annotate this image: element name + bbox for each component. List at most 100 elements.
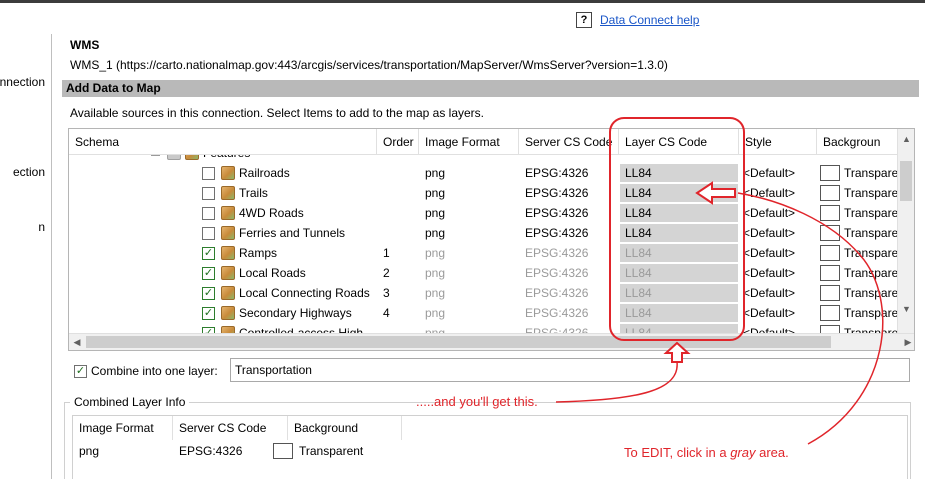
left-panel-item[interactable]: ection xyxy=(13,165,45,179)
group-row[interactable]: Features xyxy=(69,155,898,163)
column-header-background[interactable]: Backgroun xyxy=(817,129,898,155)
layer-background[interactable]: Transpare xyxy=(844,163,898,183)
layer-style[interactable]: <Default> xyxy=(743,263,813,283)
background-swatch[interactable] xyxy=(820,245,840,261)
scroll-right-icon[interactable]: ▶ xyxy=(900,334,914,350)
edit-hint-emphasis: gray xyxy=(730,445,756,460)
layer-order[interactable] xyxy=(383,223,413,243)
layer-cs-code-cell[interactable]: LL84 xyxy=(620,244,738,262)
vertical-scrollbar[interactable]: ▲ ▼ xyxy=(897,129,914,335)
layer-server-cs-code[interactable]: EPSG:4326 xyxy=(525,303,615,323)
horizontal-scroll-thumb[interactable] xyxy=(86,336,831,348)
column-header-image-format[interactable]: Image Format xyxy=(419,129,519,155)
layer-order[interactable] xyxy=(383,183,413,203)
question-icon[interactable]: ? xyxy=(576,12,592,28)
layer-image-format[interactable]: png xyxy=(425,243,515,263)
layer-background[interactable]: Transpare xyxy=(844,283,898,303)
background-swatch[interactable] xyxy=(820,285,840,301)
layer-server-cs-code[interactable]: EPSG:4326 xyxy=(525,203,615,223)
layer-image-format[interactable]: png xyxy=(425,303,515,323)
layer-server-cs-code[interactable]: EPSG:4326 xyxy=(525,163,615,183)
layer-cs-code-cell[interactable]: LL84 xyxy=(620,264,738,282)
layer-image-format[interactable]: png xyxy=(425,283,515,303)
left-panel-item[interactable]: nnection xyxy=(0,75,45,89)
data-connect-help-link[interactable]: Data Connect help xyxy=(600,13,699,27)
layer-cs-code-cell[interactable]: LL84 xyxy=(620,284,738,302)
layer-cs-code-cell[interactable]: LL84 xyxy=(620,304,738,322)
layer-background[interactable]: Transpare xyxy=(844,243,898,263)
layer-server-cs-code[interactable]: EPSG:4326 xyxy=(525,183,615,203)
background-swatch[interactable] xyxy=(820,305,840,321)
layer-style[interactable]: <Default> xyxy=(743,243,813,263)
combine-option[interactable]: ✓ Combine into one layer: xyxy=(74,364,218,378)
layer-checkbox[interactable] xyxy=(202,167,215,180)
layer-server-cs-code[interactable]: EPSG:4326 xyxy=(525,243,615,263)
table-row[interactable]: ✓ Ramps 1 png EPSG:4326 LL84 <Default> Transpar… xyxy=(69,243,898,263)
layer-image-format[interactable]: png xyxy=(425,203,515,223)
layer-checkbox[interactable] xyxy=(202,207,215,220)
background-swatch[interactable] xyxy=(820,165,840,181)
column-header-server-cs-code[interactable]: Server CS Code xyxy=(519,129,619,155)
layer-image-format[interactable]: png xyxy=(425,263,515,283)
layer-image-format[interactable]: png xyxy=(425,163,515,183)
collapse-toggle-icon[interactable] xyxy=(151,155,160,156)
layer-background[interactable]: Transpare xyxy=(844,203,898,223)
layer-order[interactable]: 3 xyxy=(383,283,413,303)
background-swatch[interactable] xyxy=(820,205,840,221)
layer-background[interactable]: Transpare xyxy=(844,183,898,203)
layer-cs-code-cell[interactable]: LL84 xyxy=(620,224,738,242)
layer-style[interactable]: <Default> xyxy=(743,203,813,223)
layer-cs-code-cell[interactable]: LL84 xyxy=(620,204,738,222)
layer-checkbox[interactable]: ✓ xyxy=(202,247,215,260)
layer-style[interactable]: <Default> xyxy=(743,163,813,183)
layer-image-format[interactable]: png xyxy=(425,183,515,203)
background-swatch[interactable] xyxy=(273,443,293,459)
table-row[interactable]: ✓ Secondary Highways 4 png EPSG:4326 LL84 <Def… xyxy=(69,303,898,323)
scroll-left-icon[interactable]: ◀ xyxy=(69,334,85,350)
layer-server-cs-code[interactable]: EPSG:4326 xyxy=(525,223,615,243)
layer-server-cs-code[interactable]: EPSG:4326 xyxy=(525,263,615,283)
layer-cs-code-cell[interactable]: LL84 xyxy=(620,164,738,182)
table-row[interactable]: 4WD Roads png EPSG:4326 LL84 <Default> Transp… xyxy=(69,203,898,223)
table-row[interactable]: ✓ Local Roads 2 png EPSG:4326 LL84 <Default> Tr… xyxy=(69,263,898,283)
table-row[interactable]: Trails png EPSG:4326 LL84 <Default> Transpare xyxy=(69,183,898,203)
horizontal-scrollbar[interactable]: ◀ ▶ xyxy=(69,333,914,350)
layer-checkbox[interactable]: ✓ xyxy=(202,267,215,280)
table-row[interactable]: Railroads png EPSG:4326 LL84 <Default> Transp… xyxy=(69,163,898,183)
table-row[interactable]: ✓ Local Connecting Roads 3 png EPSG:4326 LL84… xyxy=(69,283,898,303)
column-header-order[interactable]: Order xyxy=(377,129,419,155)
info-header-server-cs-code: Server CS Code xyxy=(173,416,288,440)
background-swatch[interactable] xyxy=(820,225,840,241)
layer-server-cs-code[interactable]: EPSG:4326 xyxy=(525,283,615,303)
combine-checkbox[interactable]: ✓ xyxy=(74,364,87,378)
combined-layer-name-input[interactable]: Transportation xyxy=(230,358,910,382)
layer-background[interactable]: Transpare xyxy=(844,263,898,283)
column-header-style[interactable]: Style xyxy=(739,129,817,155)
table-row[interactable]: Ferries and Tunnels png EPSG:4326 LL84 <Defa… xyxy=(69,223,898,243)
layer-order[interactable]: 4 xyxy=(383,303,413,323)
layer-style[interactable]: <Default> xyxy=(743,183,813,203)
layer-style[interactable]: <Default> xyxy=(743,223,813,243)
layer-checkbox[interactable] xyxy=(202,227,215,240)
layer-background[interactable]: Transpare xyxy=(844,303,898,323)
layer-order[interactable] xyxy=(383,163,413,183)
background-swatch[interactable] xyxy=(820,185,840,201)
column-header-schema[interactable]: Schema xyxy=(69,129,377,155)
layer-order[interactable] xyxy=(383,203,413,223)
scroll-up-icon[interactable]: ▲ xyxy=(898,131,914,147)
layer-style[interactable]: <Default> xyxy=(743,283,813,303)
left-panel-item[interactable]: n xyxy=(38,220,45,234)
background-swatch[interactable] xyxy=(820,265,840,281)
vertical-scroll-thumb[interactable] xyxy=(900,161,912,201)
column-header-layer-cs-code[interactable]: Layer CS Code xyxy=(619,129,739,155)
layer-background[interactable]: Transpare xyxy=(844,223,898,243)
layer-image-format[interactable]: png xyxy=(425,223,515,243)
layer-order[interactable]: 1 xyxy=(383,243,413,263)
layer-cs-code-cell[interactable]: LL84 xyxy=(620,184,738,202)
layer-checkbox[interactable]: ✓ xyxy=(202,307,215,320)
scroll-down-icon[interactable]: ▼ xyxy=(898,301,914,317)
layer-style[interactable]: <Default> xyxy=(743,303,813,323)
layer-order[interactable]: 2 xyxy=(383,263,413,283)
layer-checkbox[interactable] xyxy=(202,187,215,200)
layer-checkbox[interactable]: ✓ xyxy=(202,287,215,300)
